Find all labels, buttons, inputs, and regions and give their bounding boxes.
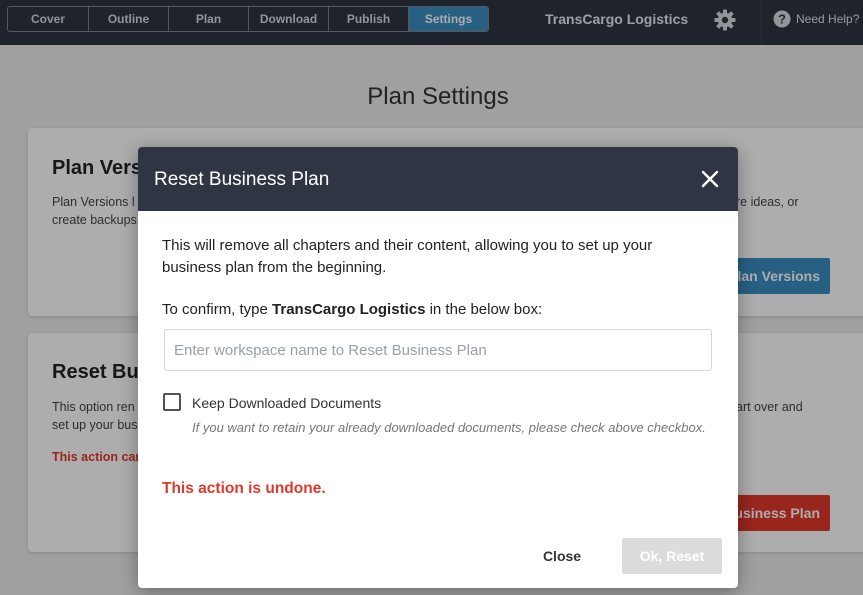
close-icon[interactable] (701, 170, 719, 188)
dialog-title: Reset Business Plan (154, 169, 330, 190)
confirm-workspace-name: TransCargo Logistics (272, 301, 426, 318)
dialog-description: This will remove all chapters and their … (162, 237, 653, 276)
close-button[interactable]: Close (518, 539, 606, 573)
dialog-header: Reset Business Plan (138, 147, 738, 211)
warning-text: This action is undone. (162, 480, 326, 497)
confirm-instruction: To confirm, type TransCargo Logistics in… (162, 301, 542, 318)
confirm-prefix: To confirm, type (162, 301, 273, 318)
keep-documents-checkbox[interactable] (163, 393, 181, 411)
ok-reset-button[interactable]: Ok, Reset (622, 538, 722, 574)
workspace-name-input[interactable] (164, 329, 712, 371)
keep-documents-label[interactable]: Keep Downloaded Documents (192, 395, 381, 411)
keep-documents-hint: If you want to retain your already downl… (192, 420, 706, 435)
confirm-suffix: in the below box: (425, 301, 543, 318)
reset-business-plan-dialog: Reset Business Plan This will remove all… (138, 147, 738, 588)
